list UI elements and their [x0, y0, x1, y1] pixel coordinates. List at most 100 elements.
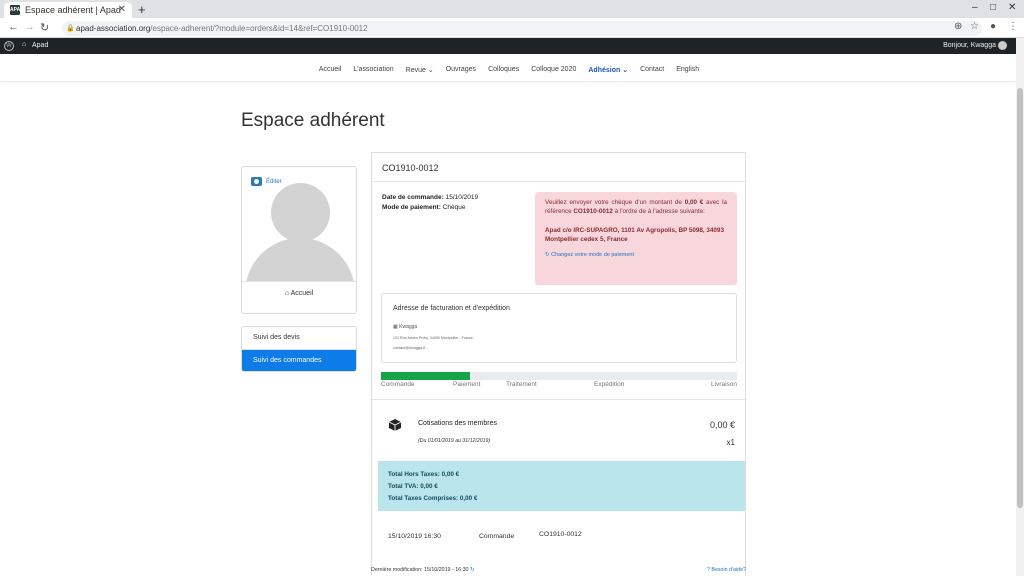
history-date: 15/10/2019 16:30 [388, 533, 441, 540]
divider [372, 181, 745, 182]
billing-email: contact@kwagga.fr - [393, 346, 428, 350]
side-menu: Suivi des devis Suivi des commandes [241, 326, 357, 372]
lock-icon: 🔒 [66, 25, 75, 32]
order-reference: CO1910-0012 [382, 163, 439, 173]
order-panel: CO1910-0012 Date de commande: 15/10/2019… [371, 152, 746, 576]
site-name-link[interactable]: Apad [32, 42, 48, 49]
window-close-icon[interactable]: ✕ [1008, 2, 1016, 13]
home-label: Accueil [290, 290, 314, 297]
history-type: Commande [479, 533, 515, 540]
wp-admin-bar: W ⌂ Apad Bonjour, Kwagga [0, 38, 1016, 54]
date-value: 15/10/2019 [445, 194, 479, 201]
avatar-body [245, 238, 355, 282]
billing-name-row: ▦ Kwagga [393, 324, 417, 330]
minimize-icon[interactable]: – [972, 2, 978, 13]
payment-label: Mode de paiement: [382, 204, 441, 211]
alert-address: Apad c/o IRC-SUPAGRO, 1101 Av Agropolis,… [545, 227, 724, 243]
last-modified: Dernière modification: 15/10/2019 - 16:3… [371, 567, 474, 573]
package-icon [388, 419, 402, 431]
alert-suffix: à l'ordre de à l'adresse suivante: [614, 208, 705, 215]
change-payment-label: Changez votre mode de paiement [551, 252, 634, 258]
browser-tabbar: APAD Espace adhérent | Apad ✕ + – □ ✕ [0, 0, 1024, 18]
nav-item[interactable]: Colloques [482, 58, 525, 82]
edit-photo-button[interactable]: Éditer [251, 177, 282, 186]
bottom-status-bar: Dernière modification: 15/10/2019 - 16:3… [371, 566, 746, 576]
avatar-head [271, 183, 330, 242]
alert-prefix: Veuillez envoyer votre chèque d'un monta… [545, 199, 682, 206]
maximize-icon[interactable]: □ [990, 2, 996, 13]
billing-name: Kwagga [399, 324, 418, 330]
alert-ref: CO1910-0012 [573, 208, 613, 215]
item-quantity: x1 [726, 438, 735, 447]
nav-item[interactable]: Adhésion ⌄ [582, 58, 634, 82]
user-avatar[interactable] [998, 41, 1007, 50]
main-navigation: Accueil L'association Revue ⌄ Ouvrages Collo… [0, 58, 1016, 82]
progress-fill [381, 372, 470, 380]
close-tab-icon[interactable]: ✕ [118, 4, 126, 15]
question-icon: ? [706, 567, 710, 573]
site-home-icon: ⌂ [22, 41, 27, 48]
payment-alert: Veuillez envoyer votre chèque d'un monta… [535, 192, 737, 285]
bookmark-star-icon[interactable]: ☆ [970, 21, 979, 32]
history-ref: CO1910-0012 [539, 531, 582, 538]
page-scrollbar[interactable] [1016, 38, 1024, 576]
camera-icon [251, 177, 262, 186]
url-path: /espace-adherent/?module=orders&id=14&re… [150, 24, 368, 33]
nav-item[interactable]: Colloque 2020 [525, 58, 582, 82]
nav-item[interactable]: English [670, 58, 705, 82]
page-title: Espace adhérent [241, 110, 385, 131]
nav-item[interactable]: L'association [347, 58, 399, 82]
profile-icon[interactable]: ● [990, 21, 996, 32]
order-progress-bar [381, 372, 737, 380]
side-menu-quotes[interactable]: Suivi des devis [242, 327, 356, 349]
side-menu-orders[interactable]: Suivi des commandes [242, 349, 356, 371]
help-link[interactable]: ? Besoin d'aide? [707, 567, 746, 573]
nav-item[interactable]: Revue ⌄ [400, 58, 440, 82]
address-bar: ← → ↻ 🔒 apad-association.org/espace-adhe… [0, 18, 1024, 38]
refresh-icon[interactable]: ↻ [470, 567, 474, 573]
billing-address: 123 Rue Adrien Proby, 34090 Montpellier … [393, 336, 473, 340]
edit-label: Éditer [266, 178, 282, 185]
url-field[interactable]: 🔒 apad-association.org/espace-adherent/?… [62, 21, 982, 36]
total-tva: Total TVA: 0,00 € [388, 483, 438, 490]
billing-address-card: Adresse de facturation et d'expédition ▦… [381, 293, 737, 363]
total-ttc: Total Taxes Comprises: 0,00 € [388, 495, 478, 502]
back-icon[interactable]: ← [8, 21, 19, 33]
new-tab-button[interactable]: + [138, 2, 146, 17]
wordpress-logo-icon[interactable]: W [4, 41, 14, 51]
nav-item[interactable]: Ouvrages [440, 58, 482, 82]
progress-steps: Commande Paiement Traitement Expédition … [381, 381, 737, 391]
menu-kebab-icon[interactable]: ⋮ [1008, 21, 1018, 32]
building-icon: ▦ [393, 324, 398, 330]
nav-item[interactable]: Contact [634, 58, 670, 82]
user-greeting[interactable]: Bonjour, Kwagga [943, 42, 996, 49]
item-price: 0,00 € [709, 420, 735, 430]
refresh-icon: ↻ [545, 252, 550, 258]
change-payment-link[interactable]: ↻ Changez votre mode de paiement [545, 251, 727, 260]
tab-title: Espace adhérent | Apad [25, 5, 121, 15]
alert-text: Veuillez envoyer votre chèque d'un monta… [545, 198, 727, 216]
step-delivery: Livraison [710, 381, 737, 388]
item-period: (Du 01/01/2019 au 31/12/2019) [418, 438, 491, 444]
zoom-icon[interactable]: ⊕ [954, 21, 962, 32]
item-name: Cotisations des membres [418, 420, 497, 427]
profile-card: Éditer ⌂ Accueil [241, 166, 357, 314]
totals-box: Total Hors Taxes: 0,00 € Total TVA: 0,00… [378, 461, 745, 511]
order-meta: Date de commande: 15/10/2019 Mode de pai… [382, 193, 478, 213]
divider [242, 281, 356, 282]
home-icon: ⌂ [284, 290, 290, 297]
home-link[interactable]: ⌂ Accueil [242, 290, 356, 297]
divider [372, 399, 745, 400]
forward-icon[interactable]: → [24, 21, 35, 33]
billing-title: Adresse de facturation et d'expédition [393, 305, 510, 312]
alert-amount: 0,00 € [684, 199, 704, 206]
scrollbar-thumb[interactable] [1017, 88, 1023, 508]
step-payment: Paiement [453, 381, 481, 388]
browser-tab[interactable]: APAD Espace adhérent | Apad ✕ [4, 2, 132, 18]
step-shipping: Expédition [594, 381, 625, 388]
url-host: apad-association.org [76, 24, 151, 33]
payment-value: Chèque [442, 204, 466, 211]
step-order: Commande [381, 381, 415, 388]
reload-icon[interactable]: ↻ [40, 21, 49, 34]
nav-item[interactable]: Accueil [313, 58, 348, 82]
